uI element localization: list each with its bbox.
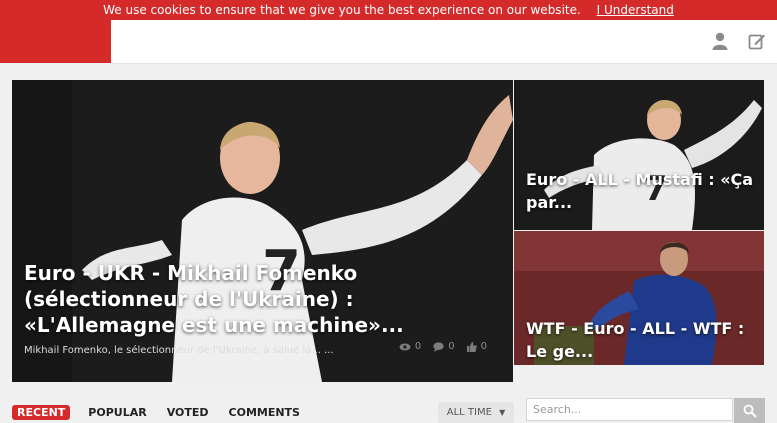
comment-icon [433,341,444,352]
tab-recent[interactable]: RECENT [12,405,71,420]
search-box [526,398,765,423]
comments-count: 0 [448,341,455,352]
caret-down-icon: ▼ [499,408,506,417]
views-stat: 0 [399,341,421,352]
time-filter-dropdown[interactable]: ALL TIME ▼ [438,402,514,423]
cookie-accept-link[interactable]: I Understand [597,3,674,17]
tab-popular[interactable]: POPULAR [88,406,146,419]
featured-side-2-title[interactable]: WTF - Euro - ALL - WTF : Le ge... [526,317,758,363]
article-stats: 0 0 0 [399,341,487,352]
featured-article-main[interactable]: 7 Euro - UKR - Mikhail Fomenko (sélectio… [12,80,513,382]
search-button[interactable] [734,398,765,423]
search-input[interactable] [526,398,733,421]
featured-main-excerpt: Mikhail Fomenko, le sélectionneur de l'U… [24,345,334,356]
comments-stat: 0 [433,341,455,352]
tab-voted[interactable]: VOTED [167,406,209,419]
thumbs-up-icon [466,341,477,352]
edit-icon[interactable] [748,32,766,50]
featured-article-side-2[interactable]: WTF - Euro - ALL - WTF : Le ge... [514,231,764,365]
article-tabs: RECENT POPULAR VOTED COMMENTS [12,405,320,420]
time-filter-label: ALL TIME [446,407,492,418]
site-logo[interactable] [0,20,111,63]
likes-stat: 0 [466,341,487,352]
cookie-bar: We use cookies to ensure that we give yo… [0,0,777,20]
user-icon[interactable] [712,32,728,50]
views-count: 0 [414,341,422,352]
top-nav-bar [111,20,777,64]
likes-count: 0 [480,341,487,352]
eye-icon [399,343,411,350]
featured-article-side-1[interactable]: 7 Euro - ALL - Mustafi : «Ça par... [514,80,764,230]
featured-side-1-title[interactable]: Euro - ALL - Mustafi : «Ça par... [526,168,758,214]
featured-main-title[interactable]: Euro - UKR - Mikhail Fomenko (sélectionn… [24,260,504,338]
cookie-message: We use cookies to ensure that we give yo… [103,3,581,17]
search-icon [743,404,757,418]
tab-comments[interactable]: COMMENTS [229,406,300,419]
